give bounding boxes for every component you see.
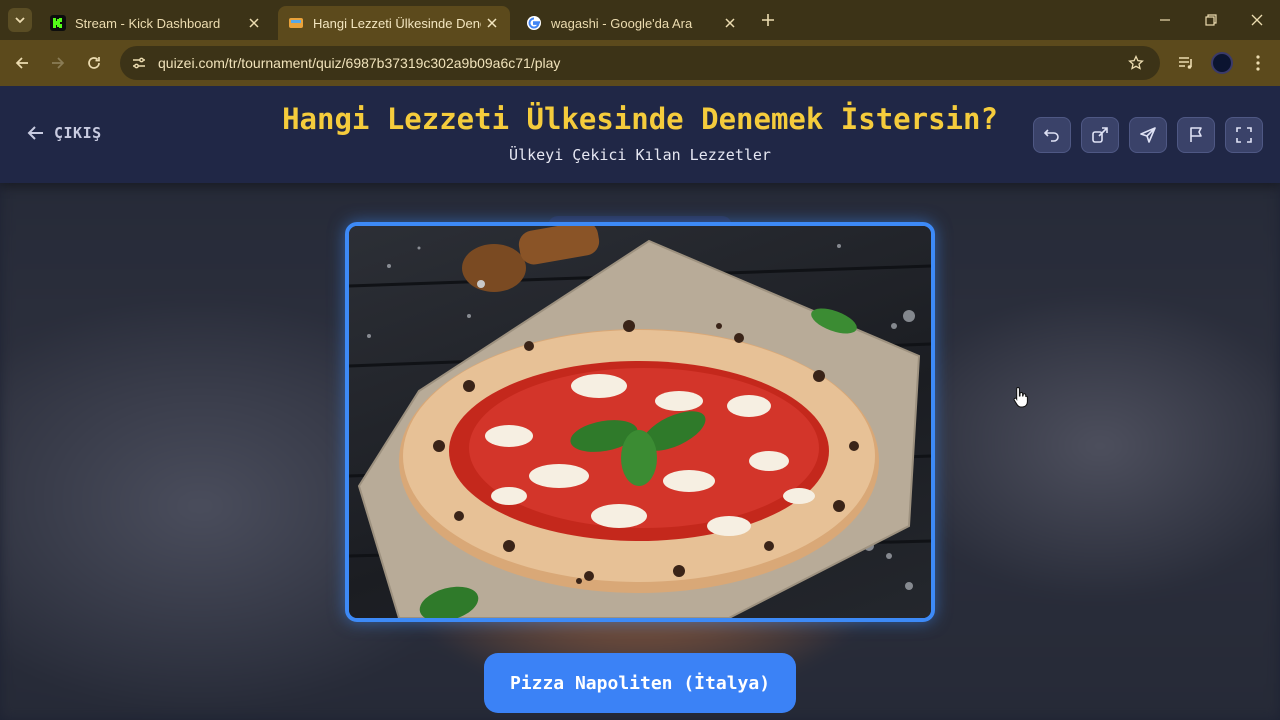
more-vertical-icon [1256, 55, 1260, 71]
pizza-margherita-photo [349, 226, 931, 618]
hand-cursor-icon [1013, 386, 1029, 413]
flag-icon [1190, 127, 1202, 142]
plus-icon [762, 14, 774, 26]
site-settings-icon[interactable] [126, 50, 152, 76]
google-icon [526, 15, 542, 31]
url-text: quizei.com/tr/tournament/quiz/6987b37319… [158, 55, 561, 71]
report-button[interactable] [1177, 117, 1215, 153]
minimize-button[interactable] [1142, 0, 1188, 40]
arrow-left-icon [15, 57, 28, 69]
back-button[interactable] [8, 49, 36, 77]
profile-avatar[interactable] [1211, 52, 1233, 74]
choice-image-card[interactable] [345, 222, 935, 622]
choice-answer-button[interactable]: Pizza Napoliten (İtalya) [484, 653, 796, 713]
restore-icon [1205, 14, 1217, 26]
address-bar[interactable]: quizei.com/tr/tournament/quiz/6987b37319… [120, 46, 1160, 80]
close-tab-icon[interactable] [722, 15, 738, 31]
tab-title: wagashi - Google'da Ara [551, 15, 693, 31]
arrow-right-icon [52, 57, 65, 69]
media-queue-icon [1179, 57, 1192, 69]
close-icon [1251, 14, 1263, 26]
quiz-page: ÇIKIŞ Hangi Lezzeti Ülkesinde Denemek İs… [0, 86, 1280, 720]
media-controls-button[interactable] [1174, 51, 1198, 75]
browser-toolbar: quizei.com/tr/tournament/quiz/6987b37319… [0, 40, 1280, 86]
undo-button[interactable] [1033, 117, 1071, 153]
kick-logo-icon [50, 15, 66, 31]
close-tab-icon[interactable] [246, 15, 262, 31]
share-icon [1092, 127, 1108, 143]
send-icon [1140, 127, 1156, 143]
undo-icon [1043, 129, 1059, 142]
quiz-header: ÇIKIŞ Hangi Lezzeti Ülkesinde Denemek İs… [0, 86, 1280, 183]
tab-search-button[interactable] [8, 8, 32, 32]
tab-quizei-active[interactable]: Hangi Lezzeti Ülkesinde Denemek [278, 6, 510, 40]
chevron-down-icon [15, 17, 25, 24]
bookmark-star-icon[interactable] [1126, 53, 1146, 73]
forward-button[interactable] [44, 49, 72, 77]
reload-icon [88, 57, 100, 69]
quizei-icon [288, 15, 304, 31]
close-window-button[interactable] [1234, 0, 1280, 40]
minimize-icon [1160, 19, 1170, 21]
tab-google-search[interactable]: wagashi - Google'da Ara [516, 6, 748, 40]
browser-tabstrip: Stream - Kick Dashboard Hangi Lezzeti Ül… [0, 0, 1280, 40]
share-button[interactable] [1081, 117, 1119, 153]
tab-title: Stream - Kick Dashboard [75, 15, 221, 31]
restore-button[interactable] [1188, 0, 1234, 40]
fullscreen-button[interactable] [1225, 117, 1263, 153]
send-button[interactable] [1129, 117, 1167, 153]
browser-menu-button[interactable] [1246, 51, 1270, 75]
reload-button[interactable] [80, 49, 108, 77]
fullscreen-icon [1236, 127, 1252, 143]
close-tab-icon[interactable] [484, 15, 500, 31]
new-tab-button[interactable] [756, 8, 780, 32]
tab-kick-dashboard[interactable]: Stream - Kick Dashboard [40, 6, 272, 40]
tab-title: Hangi Lezzeti Ülkesinde Denemek [313, 15, 481, 31]
